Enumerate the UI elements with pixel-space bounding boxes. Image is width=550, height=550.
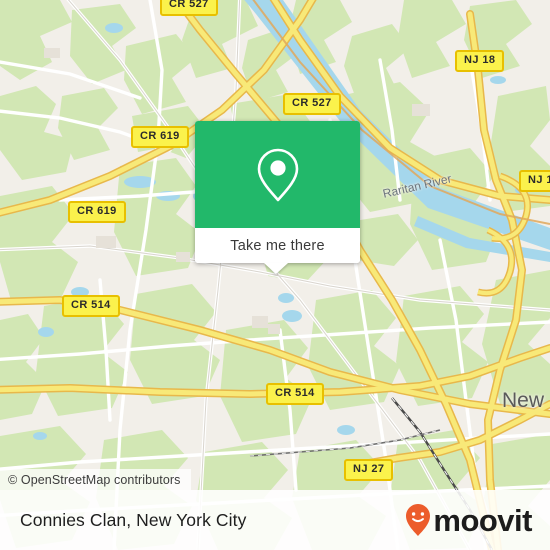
footer-bar: Connies Clan, New York City moovit (0, 490, 550, 550)
place-popup[interactable]: Take me there (195, 121, 360, 274)
take-me-there-button[interactable]: Take me there (195, 228, 360, 263)
popup-image-panel (195, 121, 360, 228)
road-shield: CR 619 (68, 201, 126, 223)
road-shield: CR 619 (131, 126, 189, 148)
road-shield: NJ 27 (344, 459, 394, 481)
road-shield: CR 514 (62, 295, 120, 317)
moovit-wordmark: moovit (433, 502, 532, 538)
moovit-logo[interactable]: moovit (405, 503, 532, 537)
road-shield: CR 527 (283, 93, 341, 115)
osm-attribution-label: © OpenStreetMap contributors (8, 472, 181, 487)
osm-attribution[interactable]: © OpenStreetMap contributors (0, 469, 191, 490)
map-pin-icon (257, 148, 298, 201)
map-screenshot: CR 527 CR 527 NJ 18 NJ 18 CR 619 CR 619 CR 514… (0, 0, 550, 550)
road-shield: NJ 18 (519, 170, 550, 192)
popup-pointer (264, 263, 288, 274)
map-canvas[interactable] (0, 0, 550, 550)
road-shield: CR 514 (266, 383, 324, 405)
road-shield: NJ 18 (455, 50, 505, 72)
road-shield: CR 527 (160, 0, 218, 16)
moovit-smiley-pin-icon (406, 504, 431, 536)
take-me-there-label: Take me there (230, 237, 325, 254)
place-title: Connies Clan, New York City (20, 509, 247, 530)
